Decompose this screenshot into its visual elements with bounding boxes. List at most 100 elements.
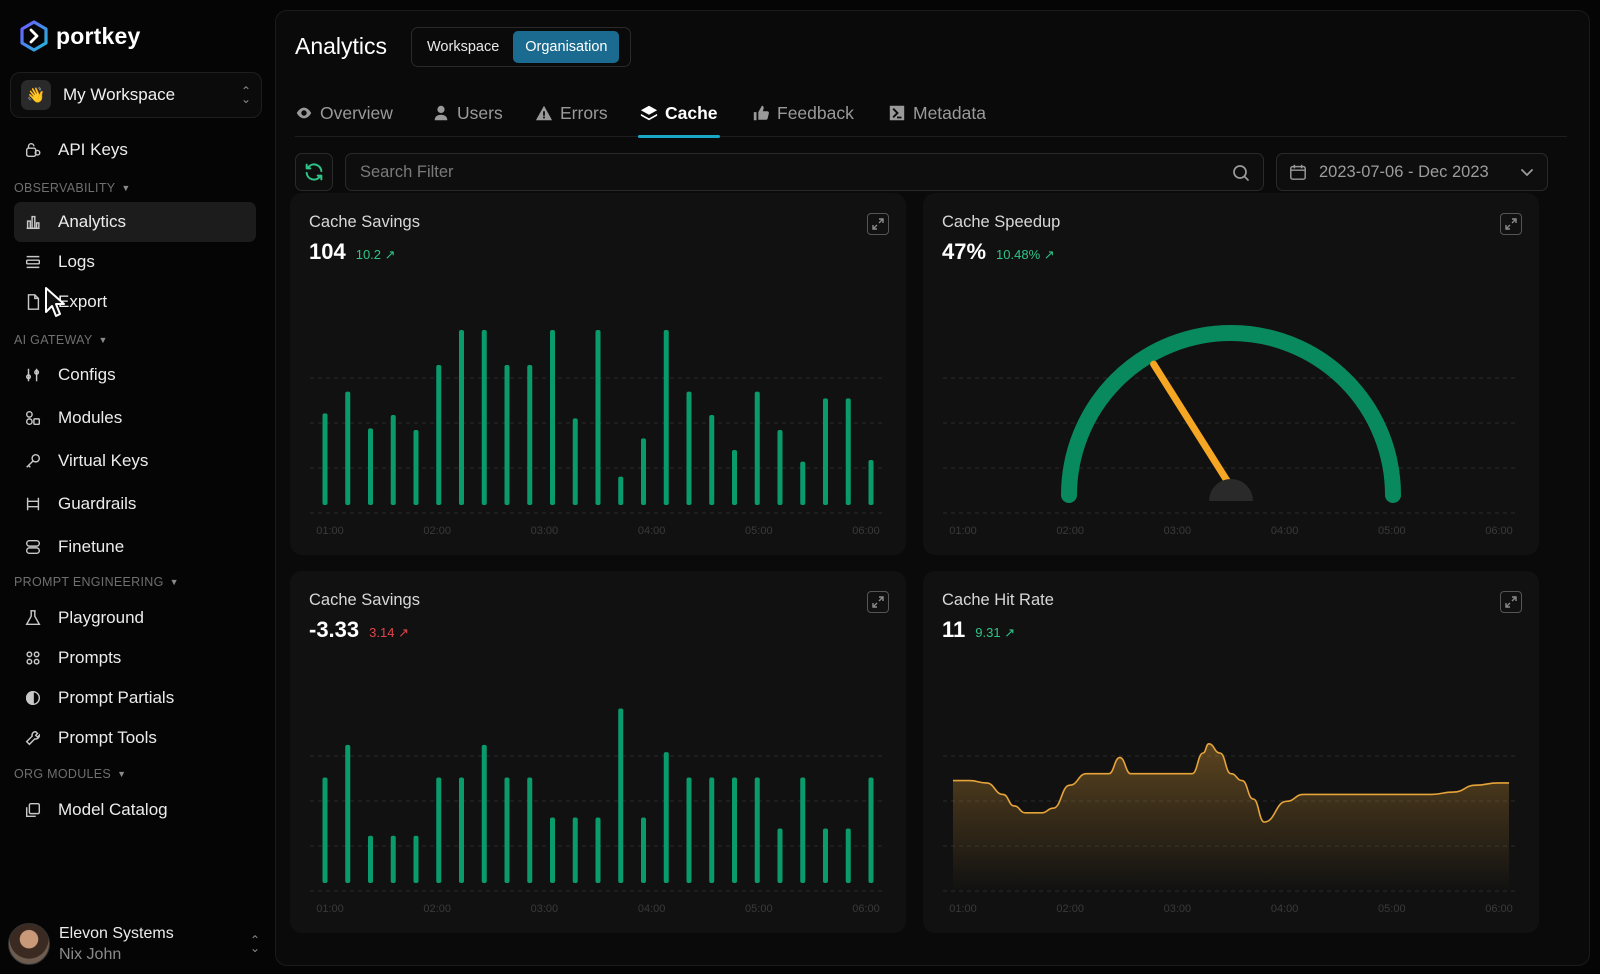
chart-bar	[550, 817, 555, 883]
chart-bar	[709, 777, 715, 883]
sidebar-item-prompt-tools[interactable]: Prompt Tools	[14, 718, 256, 758]
refresh-button[interactable]	[295, 153, 333, 191]
sidebar: portkey 👋 My Workspace ⌃ ⌄ API Keys OBSER…	[0, 0, 272, 974]
sidebar-item-model-catalog[interactable]: Model Catalog	[14, 790, 256, 830]
chart-bar	[413, 835, 419, 883]
chart-bar	[641, 817, 646, 883]
sidebar-item-modules[interactable]: Modules	[14, 398, 256, 438]
half-circle-icon	[22, 687, 44, 709]
chart-bar	[572, 418, 578, 505]
workspace-name: My Workspace	[63, 85, 176, 104]
eye-icon	[296, 107, 312, 119]
chart-bar	[754, 777, 760, 883]
sidebar-item-analytics[interactable]: Analytics	[14, 202, 256, 242]
metric-delta: 10.2 ↗	[355, 247, 396, 262]
expand-icon	[1505, 218, 1517, 230]
sidebar-item-api-keys[interactable]: API Keys	[14, 130, 256, 170]
workspace-selector[interactable]: 👋 My Workspace ⌃ ⌄	[10, 72, 262, 118]
scope-workspace-button[interactable]: Workspace	[415, 31, 511, 63]
x-tick-label: 04:00	[1271, 903, 1299, 915]
tab-errors[interactable]: Errors	[535, 89, 608, 137]
card-cache-speedup: 01:00 02:00 03:00 04:00 05:00 06:00 Cache Spe…	[923, 193, 1539, 555]
x-tick-label: 02:00	[423, 525, 451, 537]
chart-bar	[436, 365, 442, 505]
card-title: Cache Hit Rate	[942, 591, 1054, 609]
brand-name: portkey	[56, 22, 141, 49]
sidebar-item-finetune[interactable]: Finetune	[14, 527, 256, 567]
section-label: OBSERVABILITY	[14, 181, 116, 195]
sidebar-item-configs[interactable]: Configs	[14, 355, 256, 395]
expand-button[interactable]	[1500, 213, 1522, 235]
portkey-logo-icon	[20, 20, 48, 52]
sidebar-item-label: Model Catalog	[58, 800, 168, 819]
card-cache-savings-2: 01:00 02:00 03:00 04:00 05:00 06:00 Cache Sav…	[290, 571, 906, 933]
card-title: Cache Savings	[309, 213, 420, 231]
chart-bar	[459, 330, 464, 505]
metric-value: 47%	[942, 239, 987, 264]
metric-delta: 3.14 ↗	[369, 625, 409, 640]
tab-label: Cache	[665, 102, 718, 123]
section-ai-gateway[interactable]: AI GATEWAY ▼	[14, 333, 108, 347]
brand-logo[interactable]: portkey	[18, 20, 140, 52]
x-tick-label: 05:00	[1378, 903, 1406, 915]
flask-icon	[22, 607, 44, 629]
expand-button[interactable]	[1500, 591, 1522, 613]
scope-organisation-button[interactable]: Organisation	[513, 31, 620, 63]
chart-bar	[550, 330, 555, 505]
chart-bar	[663, 752, 669, 883]
expand-button[interactable]	[867, 213, 889, 235]
x-tick-label: 05:00	[745, 903, 773, 915]
user-org: Elevon Systems	[59, 924, 174, 942]
chart-bar	[823, 828, 828, 883]
section-prompt-engineering[interactable]: PROMPT ENGINEERING ▼	[14, 575, 179, 589]
x-tick-label: 03:00	[1164, 903, 1192, 915]
chart-bar	[618, 476, 624, 505]
search-input[interactable]	[360, 154, 1220, 190]
user-menu[interactable]: Elevon Systems Nix John ⌃ ⌄	[8, 922, 260, 966]
metric-value: 11	[942, 617, 966, 642]
expand-button[interactable]	[867, 591, 889, 613]
calendar-icon	[1290, 164, 1306, 180]
sidebar-item-label: Virtual Keys	[58, 451, 149, 470]
sidebar-item-label: Prompt Partials	[58, 688, 175, 707]
sidebar-item-label: Configs	[58, 365, 116, 384]
chart-bar	[413, 430, 419, 505]
section-observability[interactable]: OBSERVABILITY ▼	[14, 181, 131, 195]
tab-metadata[interactable]: Metadata	[888, 89, 986, 137]
gauge-arc	[1061, 325, 1401, 503]
card-title: Cache Speedup	[942, 213, 1061, 231]
gauge-hub	[1209, 479, 1253, 501]
x-tick-label: 02:00	[1056, 903, 1084, 915]
sidebar-item-virtual-keys[interactable]: Virtual Keys	[14, 441, 256, 481]
caret-down-icon: ▼	[121, 183, 131, 193]
tab-feedback[interactable]: Feedback	[752, 89, 854, 137]
chart-bar	[686, 777, 692, 883]
sidebar-item-playground[interactable]: Playground	[14, 598, 256, 638]
date-range-picker[interactable]: 2023-07-06 - Dec 2023	[1276, 153, 1548, 191]
x-tick-label: 05:00	[745, 525, 773, 537]
tab-label: Metadata	[913, 102, 986, 123]
section-org-modules[interactable]: ORG MODULES ▼	[14, 767, 126, 781]
sidebar-item-label: Analytics	[58, 212, 127, 231]
x-tick-label: 06:00	[852, 903, 880, 915]
chart-bar	[504, 777, 510, 883]
tab-overview[interactable]: Overview	[295, 89, 393, 137]
main-panel: Analytics Workspace Organisation Overvie…	[275, 10, 1590, 966]
chart-bar	[459, 777, 464, 883]
sidebar-item-prompts[interactable]: Prompts	[14, 638, 256, 678]
search-icon[interactable]	[1231, 163, 1251, 183]
layers-icon	[640, 105, 658, 121]
sidebar-item-label: Logs	[58, 252, 95, 271]
x-tick-label: 03:00	[1164, 525, 1192, 537]
sidebar-item-guardrails[interactable]: Guardrails	[14, 484, 256, 524]
x-tick-label: 01:00	[949, 525, 977, 537]
sidebar-item-logs[interactable]: Logs	[14, 242, 256, 282]
tab-users[interactable]: Users	[432, 89, 503, 137]
modules-icon	[22, 407, 44, 429]
sidebar-item-prompt-partials[interactable]: Prompt Partials	[14, 678, 256, 718]
tab-cache[interactable]: Cache	[638, 89, 720, 138]
x-tick-label: 06:00	[852, 525, 880, 537]
caret-down-icon: ▼	[117, 769, 127, 779]
user-icon	[434, 105, 448, 121]
file-export-icon	[22, 291, 44, 313]
